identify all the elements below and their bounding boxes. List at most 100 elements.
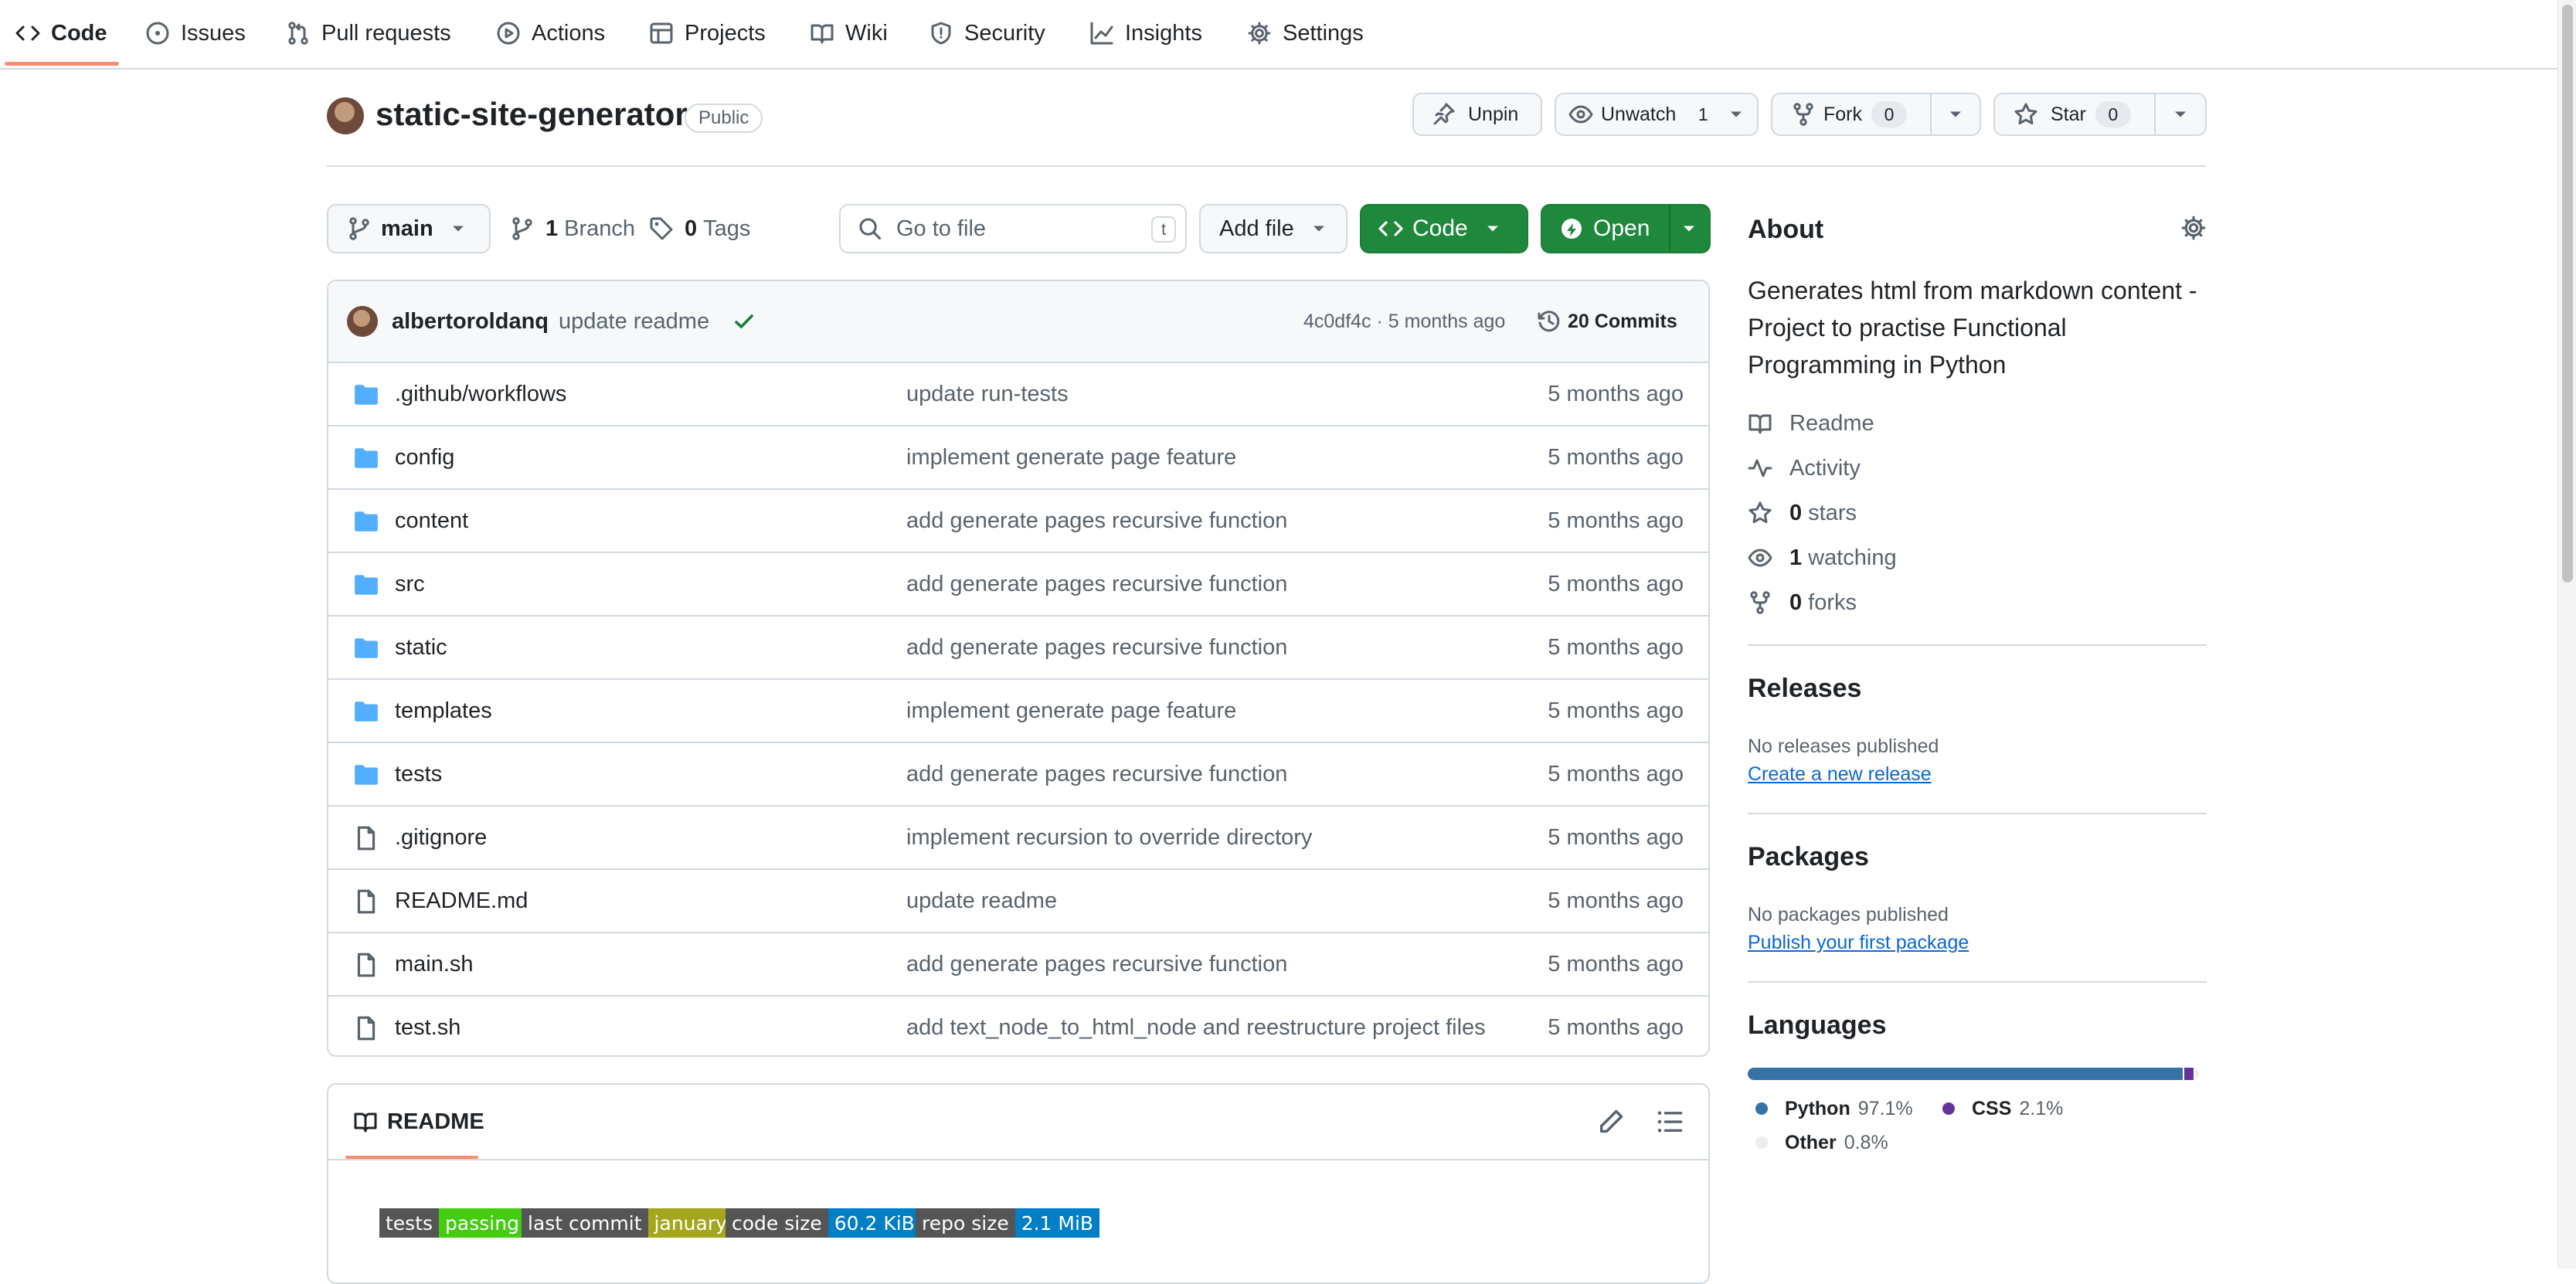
open-dropdown[interactable] xyxy=(1669,218,1709,239)
repo-name[interactable]: static-site-generator xyxy=(376,96,688,133)
tab-wiki[interactable]: Wiki xyxy=(810,0,888,66)
create-release-link[interactable]: Create a new release xyxy=(1748,763,1932,786)
file-commit-age: 5 months ago xyxy=(1548,508,1684,533)
triangle-down-icon xyxy=(1950,111,1961,117)
unpin-button[interactable]: Unpin xyxy=(1412,93,1542,136)
releases-heading[interactable]: Releases xyxy=(1748,674,1861,704)
packages-heading[interactable]: Packages xyxy=(1748,842,1869,872)
file-name[interactable]: main.sh xyxy=(395,952,474,977)
readme-link[interactable]: Readme xyxy=(1748,409,1874,437)
file-commit-message[interactable]: add generate pages recursive function xyxy=(906,762,1287,787)
tab-settings[interactable]: Settings xyxy=(1247,0,1364,66)
badge-code-size[interactable]: code size 60.2 KiB xyxy=(726,1208,921,1238)
add-file-button[interactable]: Add file xyxy=(1199,204,1347,253)
fork-dropdown[interactable] xyxy=(1932,104,1980,125)
pencil-icon[interactable] xyxy=(1597,1108,1625,1136)
star-label: Star xyxy=(2051,103,2086,125)
file-name[interactable]: .gitignore xyxy=(395,825,487,851)
shortcut-hint: t xyxy=(1151,216,1176,243)
file-commit-message[interactable]: add generate pages recursive function xyxy=(906,508,1287,534)
page-scrollbar[interactable] xyxy=(2557,0,2576,1269)
tab-actions[interactable]: Actions xyxy=(496,0,605,66)
file-commit-message[interactable]: update run-tests xyxy=(906,382,1069,407)
commit-author-avatar[interactable] xyxy=(347,306,378,337)
commits-link[interactable]: 20 Commits xyxy=(1537,306,1677,337)
file-row[interactable]: main.sh add generate pages recursive func… xyxy=(328,932,1708,995)
file-directory-icon xyxy=(355,575,378,595)
file-commit-message[interactable]: implement recursion to override director… xyxy=(906,825,1312,851)
check-icon[interactable] xyxy=(732,309,756,334)
publish-package-link[interactable]: Publish your first package xyxy=(1748,932,1969,954)
readme-tab-underline xyxy=(345,1156,478,1159)
star-button[interactable]: Star 0 xyxy=(1995,94,2156,134)
scrollbar-thumb[interactable] xyxy=(2562,5,2573,583)
file-commit-message[interactable]: update readme xyxy=(906,888,1057,914)
sidebar-divider xyxy=(1748,981,2207,983)
file-name[interactable]: .github/workflows xyxy=(395,382,566,407)
language-other[interactable]: Other 0.8% xyxy=(1755,1131,1888,1154)
tab-security[interactable]: Security xyxy=(929,0,1045,66)
tab-insights[interactable]: Insights xyxy=(1089,0,1202,66)
file-commit-message[interactable]: add generate pages recursive function xyxy=(906,572,1287,597)
gear-icon[interactable] xyxy=(2180,215,2207,241)
tags-link[interactable]: 0 Tags xyxy=(649,204,750,253)
file-name[interactable]: tests xyxy=(395,762,442,787)
fork-button[interactable]: Fork 0 xyxy=(1772,94,1932,134)
file-name[interactable]: test.sh xyxy=(395,1015,460,1041)
go-to-file-input[interactable] xyxy=(895,215,1130,243)
watching-link[interactable]: 1 watching xyxy=(1748,544,1897,572)
file-row[interactable]: src add generate pages recursive function… xyxy=(328,552,1708,615)
file-commit-message[interactable]: add generate pages recursive function xyxy=(906,952,1287,977)
file-name[interactable]: content xyxy=(395,508,468,534)
file-row[interactable]: tests add generate pages recursive functi… xyxy=(328,742,1708,805)
language-css[interactable]: CSS 2.1% xyxy=(1942,1097,2063,1120)
file-name[interactable]: src xyxy=(395,572,425,597)
code-button[interactable]: Code xyxy=(1360,204,1528,253)
file-row[interactable]: README.md update readme 5 months ago xyxy=(328,868,1708,932)
watch-count: 1 xyxy=(1698,104,1708,124)
file-directory-icon xyxy=(355,385,378,405)
commit-message[interactable]: update readme xyxy=(559,309,709,335)
file-commit-message[interactable]: add generate pages recursive function xyxy=(906,635,1287,661)
commit-hash[interactable]: 4c0df4c xyxy=(1303,311,1371,332)
file-commit-message[interactable]: implement generate page feature xyxy=(906,445,1236,470)
tab-pull-requests[interactable]: Pull requests xyxy=(286,0,451,66)
language-python[interactable]: Python 97.1% xyxy=(1755,1097,1913,1120)
list-unordered-icon[interactable] xyxy=(1656,1108,1684,1136)
tab-issues[interactable]: Issues xyxy=(145,0,246,66)
file-row[interactable]: static add generate pages recursive funct… xyxy=(328,615,1708,678)
open-button[interactable]: Open xyxy=(1542,206,1669,252)
star-dropdown[interactable] xyxy=(2156,104,2205,125)
badge-tests[interactable]: tests passing xyxy=(379,1208,525,1238)
stars-link[interactable]: 0 stars xyxy=(1748,499,1857,527)
language-color-dot xyxy=(1942,1102,1955,1115)
file-row[interactable]: .gitignore implement recursion to overrid… xyxy=(328,805,1708,868)
file-row[interactable]: templates implement generate page feature… xyxy=(328,678,1708,742)
badge-repo-size[interactable]: repo size 2.1 MiB xyxy=(916,1208,1100,1238)
commit-author[interactable]: albertoroldanq xyxy=(392,309,549,335)
file-name[interactable]: static xyxy=(395,635,447,661)
owner-avatar[interactable] xyxy=(327,97,364,134)
file-commit-message[interactable]: implement generate page feature xyxy=(906,698,1236,724)
file-icon xyxy=(357,1016,376,1041)
file-row[interactable]: test.sh add text_node_to_html_node and re… xyxy=(328,995,1708,1055)
go-to-file-search[interactable]: t xyxy=(839,204,1187,253)
file-commit-age: 5 months ago xyxy=(1548,952,1684,977)
file-row[interactable]: config implement generate page feature 5 m… xyxy=(328,425,1708,488)
readme-tab[interactable]: README xyxy=(353,1108,484,1136)
forks-link[interactable]: 0 forks xyxy=(1748,589,1857,617)
file-row[interactable]: content add generate pages recursive func… xyxy=(328,488,1708,552)
file-name[interactable]: README.md xyxy=(395,888,528,914)
tab-code[interactable]: Code xyxy=(15,0,107,66)
file-row[interactable]: .github/workflows update run-tests 5 month… xyxy=(328,362,1708,425)
badge-last-commit[interactable]: last commit january xyxy=(522,1208,733,1238)
file-name[interactable]: config xyxy=(395,445,454,470)
unwatch-button[interactable]: Unwatch 1 xyxy=(1555,93,1759,136)
tab-projects[interactable]: Projects xyxy=(649,0,766,66)
branches-link[interactable]: 1 Branch xyxy=(510,204,635,253)
activity-link[interactable]: Activity xyxy=(1748,454,1861,482)
file-commit-message[interactable]: add text_node_to_html_node and reestruct… xyxy=(906,1015,1486,1041)
branch-selector[interactable]: main xyxy=(327,204,491,253)
git-branch-icon xyxy=(512,217,532,240)
file-name[interactable]: templates xyxy=(395,698,492,724)
